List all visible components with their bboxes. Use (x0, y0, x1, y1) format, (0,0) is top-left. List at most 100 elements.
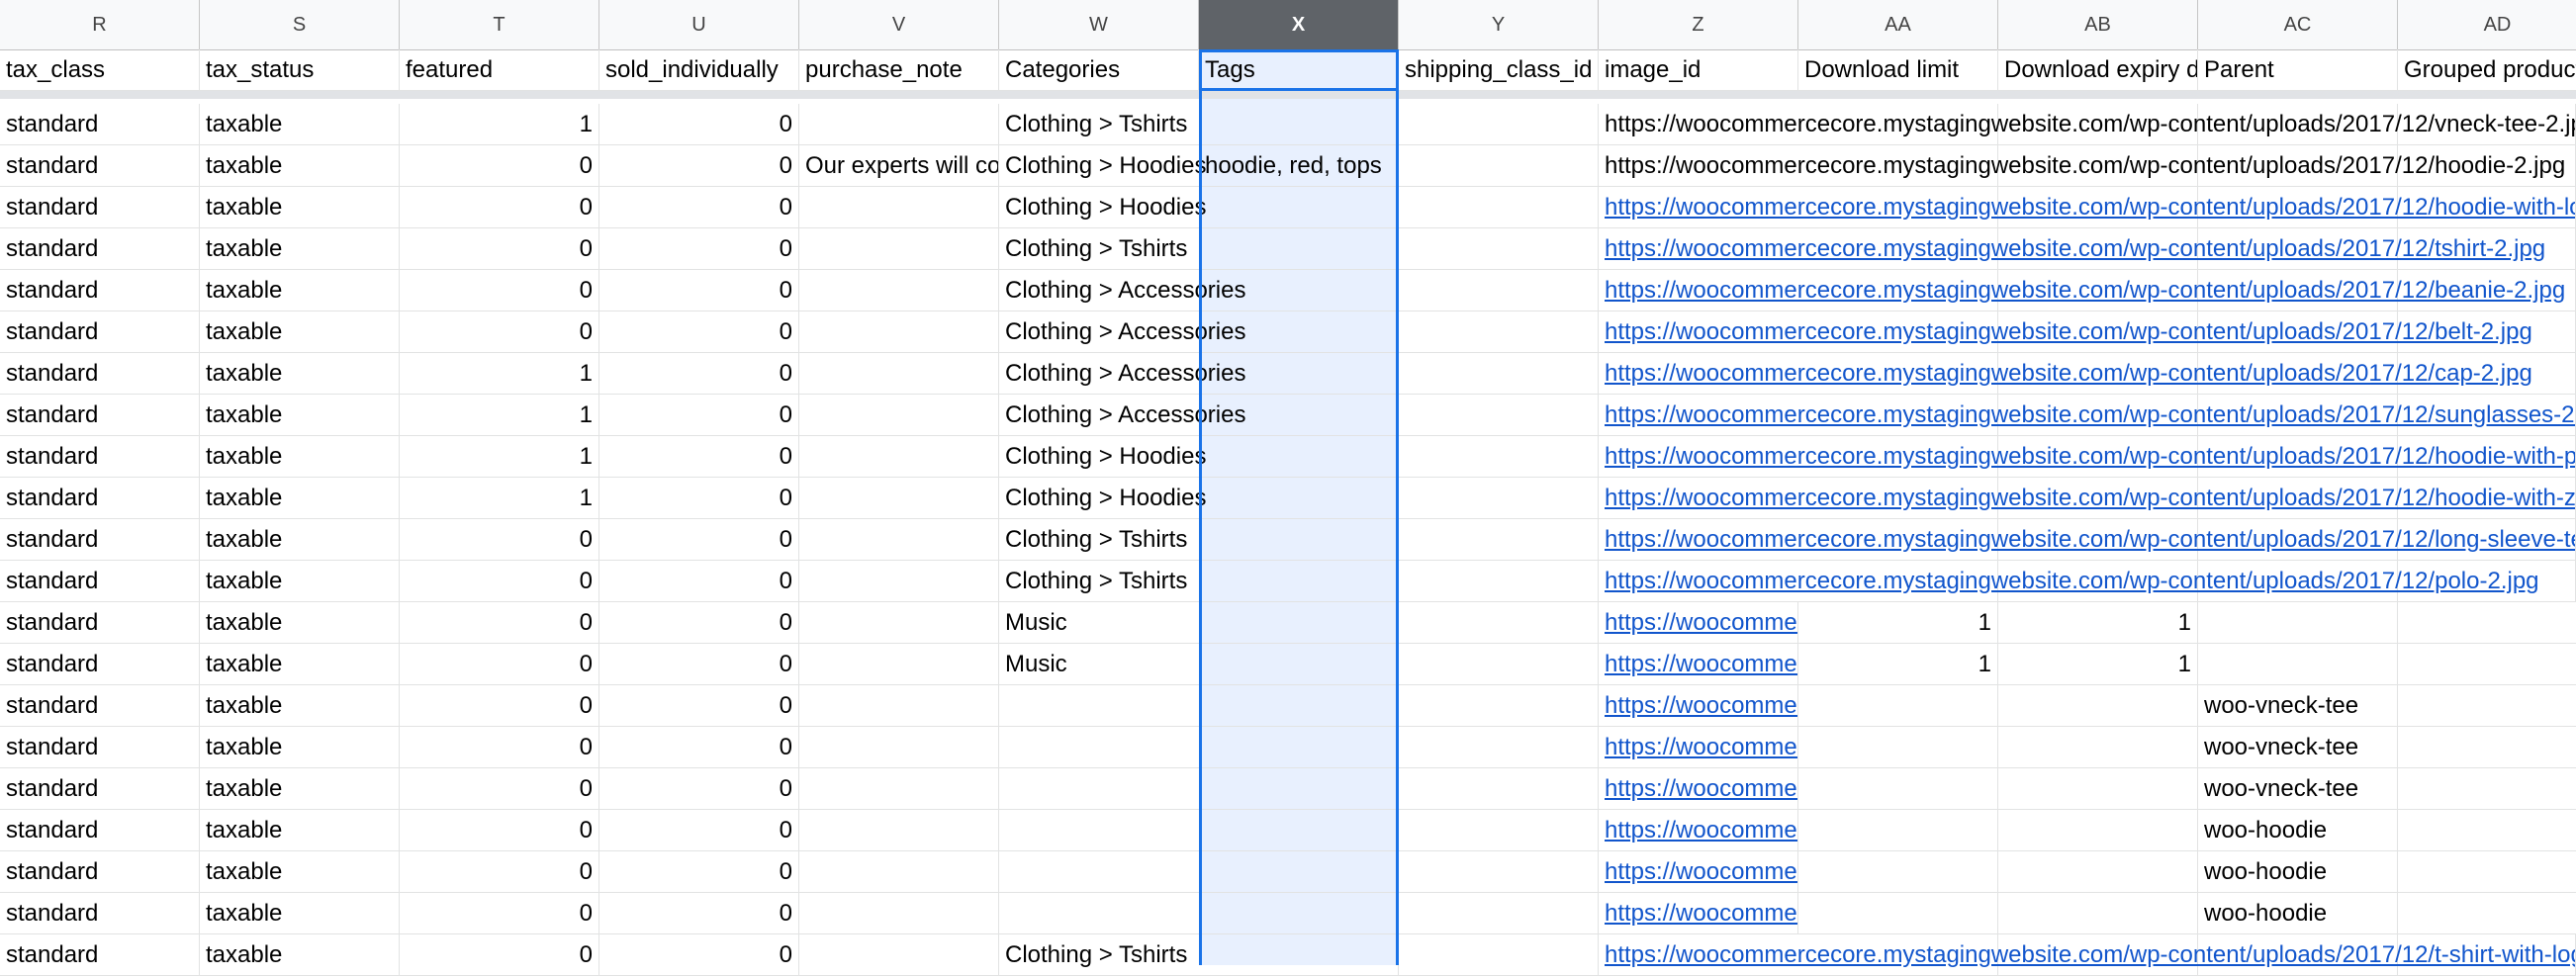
column-letter-aa[interactable]: AA (1798, 0, 1998, 49)
header-cell-v[interactable]: purchase_note (799, 49, 999, 91)
cell-y[interactable] (1399, 436, 1599, 478)
cell-v[interactable] (799, 685, 999, 727)
cell-t[interactable]: 0 (400, 187, 599, 228)
cell-w[interactable] (999, 810, 1199, 851)
cell-r[interactable]: standard (0, 270, 200, 311)
cell-r[interactable]: standard (0, 395, 200, 436)
cell-s[interactable]: taxable (200, 561, 400, 602)
cell-u[interactable]: 0 (599, 395, 799, 436)
cell-t[interactable]: 1 (400, 478, 599, 519)
cell-w[interactable] (999, 893, 1199, 934)
column-letter-ad[interactable]: AD (2398, 0, 2576, 49)
cell-r[interactable]: standard (0, 561, 200, 602)
cell-s[interactable]: taxable (200, 810, 400, 851)
cell-y[interactable] (1399, 810, 1599, 851)
cell-r[interactable]: standard (0, 727, 200, 768)
column-letter-v[interactable]: V (799, 0, 999, 49)
cell-ad[interactable] (2398, 727, 2576, 768)
cell-ac[interactable]: woo-vneck-tee (2198, 768, 2398, 810)
cell-ac[interactable] (2198, 644, 2398, 685)
cell-w[interactable]: Clothing > Hoodies (999, 187, 1206, 228)
cell-y[interactable] (1399, 228, 1599, 270)
column-letter-ac[interactable]: AC (2198, 0, 2398, 49)
column-letter-t[interactable]: T (400, 0, 599, 49)
cell-s[interactable]: taxable (200, 768, 400, 810)
header-cell-ab[interactable]: Download expiry days (1998, 49, 2198, 91)
cell-w[interactable]: Clothing > Accessories (999, 270, 1245, 311)
cell-u[interactable]: 0 (599, 644, 799, 685)
cell-y[interactable] (1399, 934, 1599, 976)
cell-t[interactable]: 1 (400, 353, 599, 395)
header-cell-z[interactable]: image_id (1599, 49, 1798, 91)
active-cell-cursor[interactable] (1199, 49, 1399, 91)
header-cell-y[interactable]: shipping_class_id (1399, 49, 1599, 91)
cell-y[interactable] (1399, 685, 1599, 727)
cell-z[interactable]: https://woocommercecore.mystagingwebsite… (1599, 270, 2576, 311)
cell-s[interactable]: taxable (200, 893, 400, 934)
header-cell-ac[interactable]: Parent (2198, 49, 2398, 91)
cell-y[interactable] (1399, 768, 1599, 810)
cell-w[interactable]: Clothing > Accessories (999, 311, 1245, 353)
cell-z[interactable]: https://woocommercecore.mystagingwebsite… (1599, 519, 2576, 561)
cell-s[interactable]: taxable (200, 270, 400, 311)
cell-z[interactable]: https://woocommercecore.mystagingwebsite… (1599, 478, 2576, 519)
cell-s[interactable]: taxable (200, 311, 400, 353)
cell-t[interactable]: 0 (400, 893, 599, 934)
cell-v[interactable] (799, 311, 999, 353)
cell-ac[interactable]: woo-hoodie (2198, 851, 2398, 893)
cell-z[interactable]: https://woocommercecore.mystagingwebsite… (1599, 602, 1798, 644)
header-cell-ad[interactable]: Grouped products (2398, 49, 2576, 91)
cell-aa[interactable]: 1 (1798, 602, 1998, 644)
cell-w[interactable] (999, 851, 1199, 893)
cell-v[interactable] (799, 270, 999, 311)
cell-y[interactable] (1399, 104, 1599, 145)
cell-y[interactable] (1399, 727, 1599, 768)
cell-v[interactable] (799, 228, 999, 270)
cell-s[interactable]: taxable (200, 644, 400, 685)
cell-ac[interactable]: woo-hoodie (2198, 893, 2398, 934)
cell-z[interactable]: https://woocommercecore.mystagingwebsite… (1599, 768, 1798, 810)
cell-w[interactable]: Clothing > Accessories (999, 395, 1245, 436)
cell-t[interactable]: 0 (400, 685, 599, 727)
cell-z[interactable]: https://woocommercecore.mystagingwebsite… (1599, 311, 2576, 353)
cell-ac[interactable]: woo-vneck-tee (2198, 685, 2398, 727)
column-letter-ab[interactable]: AB (1998, 0, 2198, 49)
cell-t[interactable]: 0 (400, 851, 599, 893)
header-cell-s[interactable]: tax_status (200, 49, 400, 91)
cell-z[interactable]: https://woocommercecore.mystagingwebsite… (1599, 685, 1798, 727)
cell-u[interactable]: 0 (599, 228, 799, 270)
cell-t[interactable]: 0 (400, 561, 599, 602)
cell-t[interactable]: 0 (400, 270, 599, 311)
cell-ab[interactable] (1998, 893, 2198, 934)
cell-r[interactable]: standard (0, 893, 200, 934)
cell-s[interactable]: taxable (200, 187, 400, 228)
header-cell-t[interactable]: featured (400, 49, 599, 91)
cell-s[interactable]: taxable (200, 353, 400, 395)
cell-t[interactable]: 0 (400, 810, 599, 851)
cell-u[interactable]: 0 (599, 187, 799, 228)
cell-z[interactable]: https://woocommercecore.mystagingwebsite… (1599, 187, 2576, 228)
cell-aa[interactable] (1798, 810, 1998, 851)
cell-t[interactable]: 1 (400, 104, 599, 145)
cell-w[interactable]: Clothing > Tshirts (999, 228, 1199, 270)
cell-u[interactable]: 0 (599, 893, 799, 934)
cell-z[interactable]: https://woocommercecore.mystagingwebsite… (1599, 104, 2576, 145)
cell-y[interactable] (1399, 561, 1599, 602)
cell-ab[interactable]: 1 (1998, 602, 2198, 644)
cell-r[interactable]: standard (0, 353, 200, 395)
cell-s[interactable]: taxable (200, 228, 400, 270)
cell-y[interactable] (1399, 644, 1599, 685)
cell-r[interactable]: standard (0, 934, 200, 976)
cell-w[interactable]: Music (999, 644, 1199, 685)
cell-t[interactable]: 0 (400, 228, 599, 270)
cell-ad[interactable] (2398, 602, 2576, 644)
cell-z[interactable]: https://woocommercecore.mystagingwebsite… (1599, 934, 2576, 976)
cell-ad[interactable] (2398, 810, 2576, 851)
cell-w[interactable] (999, 685, 1199, 727)
cell-ad[interactable] (2398, 644, 2576, 685)
cell-y[interactable] (1399, 145, 1599, 187)
cell-z[interactable]: https://woocommercecore.mystagingwebsite… (1599, 561, 2576, 602)
cell-z[interactable]: https://woocommercecore.mystagingwebsite… (1599, 145, 2576, 187)
cell-w[interactable]: Clothing > Tshirts (999, 519, 1199, 561)
cell-t[interactable]: 0 (400, 311, 599, 353)
